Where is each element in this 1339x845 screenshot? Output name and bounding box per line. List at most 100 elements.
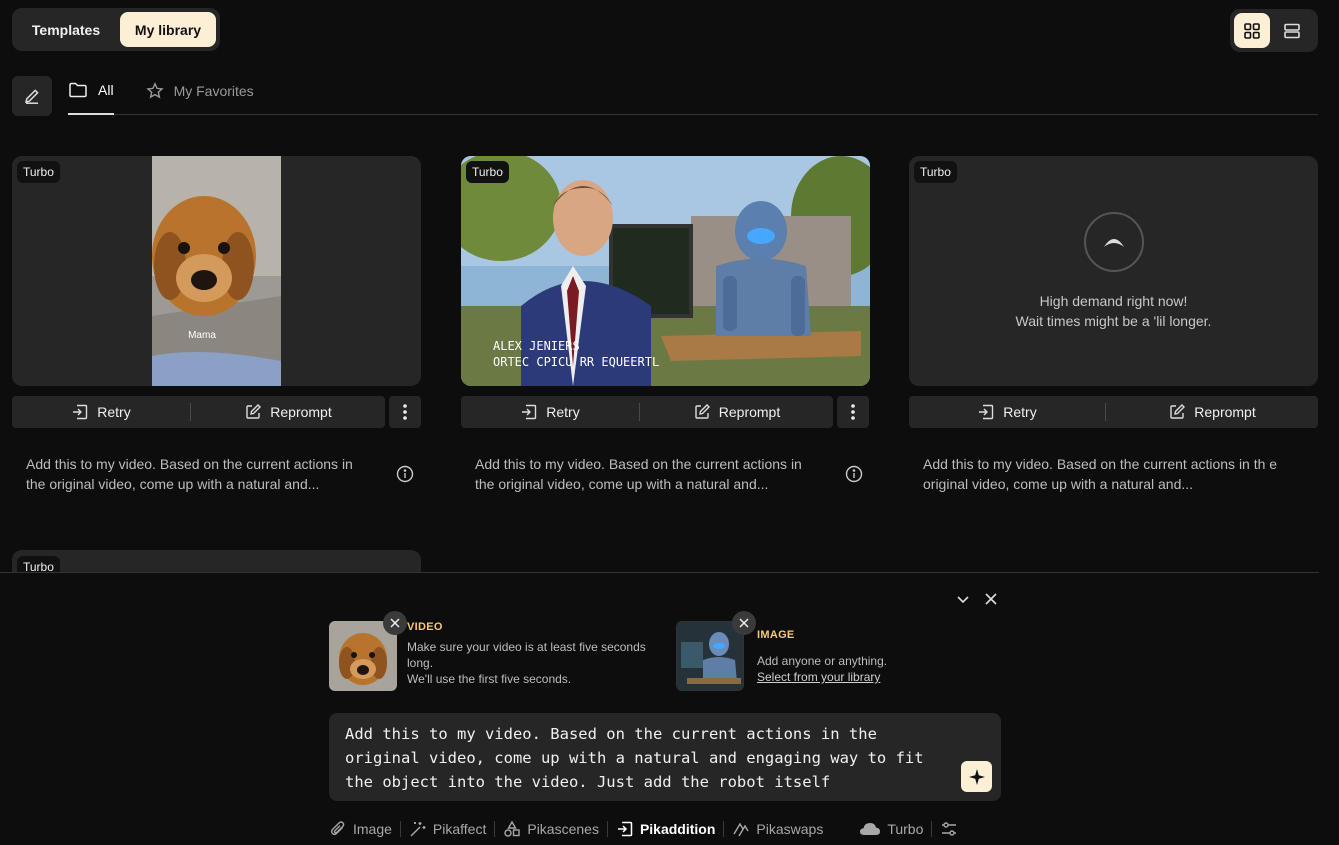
more-options-button[interactable] <box>389 396 421 428</box>
video-type-label: VIDEO <box>407 621 443 633</box>
view-toggle <box>1230 9 1318 52</box>
action-bar: Retry Reprompt <box>909 396 1318 428</box>
settings-button[interactable] <box>940 817 958 841</box>
retry-icon <box>522 404 537 420</box>
paperclip-icon <box>330 821 345 836</box>
video-thumbnail[interactable]: Turbo Mama <box>12 156 421 386</box>
tab-my-favorites[interactable]: My Favorites <box>145 76 254 115</box>
tool-pikaddition[interactable]: Pikaddition <box>616 817 715 841</box>
video-thumbnail-pending: Turbo High demand right now! Wait times … <box>909 156 1318 386</box>
edit-square-icon <box>246 404 262 419</box>
remove-video-button[interactable] <box>383 611 407 635</box>
close-icon <box>390 618 400 628</box>
library-switcher: Templates My library <box>12 8 220 51</box>
tool-image[interactable]: Image <box>329 817 392 841</box>
image-type-label: IMAGE <box>757 629 795 641</box>
loading-icon <box>1104 239 1124 247</box>
remove-image-button[interactable] <box>732 611 756 635</box>
action-bar: Retry Reprompt <box>461 396 833 428</box>
video-thumbnail[interactable]: Turbo ALEX JENIERS ORTEC CPICU RR EQUEER… <box>461 156 870 386</box>
tool-pikascenes[interactable]: Pikascenes <box>503 817 599 841</box>
caption-text: Mama <box>188 330 216 341</box>
retry-label: Retry <box>1003 404 1037 420</box>
retry-button[interactable]: Retry <box>461 396 639 428</box>
separator <box>606 821 608 837</box>
tab-all[interactable]: All <box>68 76 114 115</box>
image-attachment-thumb[interactable] <box>676 621 744 691</box>
retry-button[interactable]: Retry <box>12 396 190 428</box>
dog-video-frame: Mama <box>152 156 281 386</box>
image-attachment: IMAGE Add anyone or anything. Select fro… <box>676 611 957 691</box>
separator <box>399 821 401 837</box>
card-description: Add this to my video. Based on the curre… <box>923 456 1278 492</box>
pencil-icon <box>24 89 39 104</box>
tab-templates[interactable]: Templates <box>16 12 116 47</box>
tool-turbo-label: Turbo <box>887 821 924 837</box>
select-from-library-link[interactable]: Select from your library <box>757 669 957 685</box>
lower-third-name: ALEX JENIERS <box>493 339 580 353</box>
turbo-badge: Turbo <box>17 161 60 183</box>
add-frame-icon <box>617 821 633 837</box>
prompt-input[interactable]: Add this to my video. Based on the curre… <box>329 713 1001 801</box>
tool-pikascenes-label: Pikascenes <box>527 821 599 837</box>
tab-my-library[interactable]: My library <box>120 12 216 47</box>
edit-button[interactable] <box>12 76 52 116</box>
turbo-badge: Turbo <box>466 161 509 183</box>
loading-spinner <box>1084 212 1144 272</box>
sliders-icon <box>942 822 957 836</box>
tool-pikaffect[interactable]: Pikaffect <box>409 817 486 841</box>
tool-pikaddition-label: Pikaddition <box>639 821 716 837</box>
retry-icon <box>73 404 88 420</box>
star-icon <box>145 81 164 98</box>
action-bar: Retry Reprompt <box>12 396 385 428</box>
reprompt-label: Reprompt <box>1194 404 1256 420</box>
image-hint: Add anyone or anything. <box>757 654 888 668</box>
tab-all-label: All <box>98 81 114 98</box>
retry-icon <box>979 404 994 420</box>
chevron-down-icon <box>957 596 969 604</box>
close-icon <box>985 593 997 605</box>
tool-turbo[interactable]: Turbo <box>859 817 923 841</box>
card-description: Add this to my video. Based on the curre… <box>26 456 353 492</box>
separator <box>494 821 496 837</box>
close-icon <box>739 618 749 628</box>
close-panel-button[interactable] <box>983 591 999 607</box>
more-options-button[interactable] <box>837 396 869 428</box>
edit-square-icon <box>695 404 710 419</box>
card-actions: Retry Reprompt <box>909 396 1318 428</box>
shapes-icon <box>504 820 521 837</box>
tool-pikaffect-label: Pikaffect <box>432 821 487 837</box>
video-card-partial[interactable]: Turbo <box>12 550 421 572</box>
grid-view-button[interactable] <box>1234 13 1270 48</box>
info-icon-button[interactable] <box>845 465 863 483</box>
prompt-text[interactable]: Add this to my video. Based on the curre… <box>345 722 945 794</box>
lower-third-title: ORTEC CPICU RR EQUEERTL <box>493 355 659 369</box>
magic-wand-icon <box>410 822 426 837</box>
info-icon-button[interactable] <box>396 465 414 483</box>
more-vertical-icon <box>851 404 855 420</box>
reprompt-button[interactable]: Reprompt <box>1106 396 1318 428</box>
video-attachment-info: VIDEO Make sure your video is at least f… <box>407 621 662 691</box>
retry-label: Retry <box>97 404 131 420</box>
collapse-panel-button[interactable] <box>955 591 971 607</box>
reprompt-button[interactable]: Reprompt <box>640 396 833 428</box>
demand-status-line1: High demand right now! <box>1039 293 1188 309</box>
retry-button[interactable]: Retry <box>909 396 1105 428</box>
filter-tabs: All My Favorites <box>68 76 1318 115</box>
info-icon <box>396 465 414 483</box>
generate-button[interactable] <box>961 761 992 792</box>
image-attachment-info: IMAGE Add anyone or anything. Select fro… <box>757 621 957 691</box>
separator <box>931 821 933 837</box>
tool-pikaswaps[interactable]: Pikaswaps <box>732 817 823 841</box>
video-hint-secondary: We'll use the first five seconds. <box>407 672 572 686</box>
feature-toolbar: Image Pikaffect Pikascenes Pikaddition P… <box>329 817 958 841</box>
cloud-icon <box>860 823 881 835</box>
reprompt-label: Reprompt <box>718 404 781 420</box>
panel-divider <box>0 572 1319 573</box>
list-view-button[interactable] <box>1274 13 1310 48</box>
tool-image-label: Image <box>353 821 392 837</box>
robot-thumbnail <box>677 622 743 690</box>
sparkle-icon <box>968 768 985 785</box>
reprompt-button[interactable]: Reprompt <box>191 396 385 428</box>
separator <box>723 821 725 837</box>
